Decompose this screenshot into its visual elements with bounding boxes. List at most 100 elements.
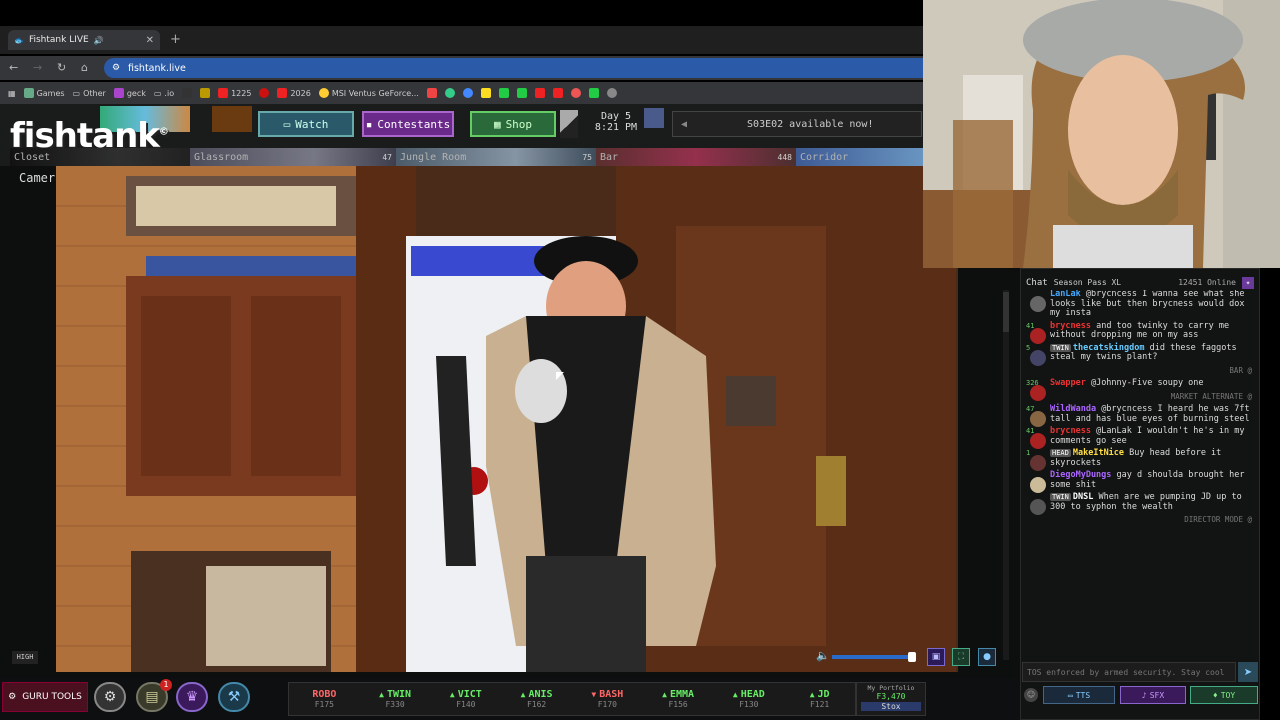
chat-username[interactable]: brycness (1050, 426, 1091, 436)
avatar[interactable] (1030, 296, 1046, 312)
room-closet[interactable]: Closet (10, 148, 190, 166)
bookmark-other[interactable]: ▭ Other (73, 89, 106, 98)
tts-button[interactable]: ▭ TTS (1043, 686, 1115, 704)
github-icon[interactable] (606, 88, 617, 98)
reload-icon[interactable]: ↻ (57, 61, 66, 74)
chat-username[interactable]: WildWanda (1050, 404, 1096, 414)
home-icon[interactable]: ⌂ (81, 61, 88, 74)
chat-username[interactable]: thecatskingdom (1073, 343, 1145, 353)
bookmark-icon[interactable] (426, 88, 437, 98)
announce-prev-icon[interactable]: ◀ (681, 119, 687, 130)
bookmark-icon[interactable] (259, 88, 270, 98)
volume-icon[interactable]: 🔈 (816, 649, 830, 662)
avatar[interactable] (1030, 385, 1046, 401)
bookmark-icon[interactable] (444, 88, 455, 98)
ticker-item-bash[interactable]: ▼ BASH F170 (572, 683, 643, 715)
tab-speaker-icon[interactable]: 🔊 (94, 36, 104, 45)
room-bar[interactable]: Bar 448 (596, 148, 796, 166)
chat-username[interactable]: brycness (1050, 321, 1091, 331)
ticker-item-vict[interactable]: ▲ VICT F140 (431, 683, 502, 715)
bookmark-2026[interactable]: 2026 (277, 88, 311, 98)
page-scrollbar[interactable] (1003, 290, 1009, 660)
emoji-icon[interactable]: ☺ (1024, 688, 1038, 702)
arrow-up-icon: ▲ (520, 690, 526, 699)
bookmark-icon[interactable] (516, 88, 527, 98)
toy-button[interactable]: ♦ TOY (1190, 686, 1258, 704)
video-stream[interactable] (56, 166, 958, 672)
room-jungle[interactable]: Jungle Room 75 (396, 148, 596, 166)
chat-username[interactable]: DiegoMyDungs (1050, 470, 1111, 480)
apps-icon[interactable]: ▦ (8, 89, 16, 98)
avatar[interactable] (1030, 327, 1046, 344)
chat-username[interactable]: MakeItNice (1073, 448, 1124, 458)
back-icon[interactable]: ← (9, 61, 18, 74)
tab-close-icon[interactable]: ✕ (146, 35, 154, 46)
wrench-button[interactable]: ⚒ (218, 682, 250, 712)
browser-tab[interactable]: 🐟 Fishtank LIVE 🔊 ✕ (8, 30, 160, 50)
avatar[interactable] (1030, 477, 1046, 493)
chat-text: @Johnny-Five soupy one (1090, 378, 1204, 388)
chat-settings-icon[interactable]: ✦ (1242, 276, 1254, 289)
portfolio-label: My Portfolio (867, 684, 915, 692)
chat-tab[interactable]: Chat (1026, 278, 1048, 288)
room-corridor[interactable]: Corridor (796, 148, 923, 166)
shop-icon: ▦ (493, 117, 501, 131)
chat-message: TWIN DNSL When are we pumping JD up to 30… (1024, 492, 1256, 515)
volume-slider[interactable] (832, 655, 916, 659)
bookmark-1225[interactable]: 1225 (218, 88, 251, 98)
arrow-up-icon: ▲ (449, 690, 455, 699)
stox-button[interactable]: Stox (861, 702, 921, 711)
guru-tools-button[interactable]: ⚙ GURU TOOLS (2, 682, 88, 712)
bookmark-io[interactable]: ▭ .io (154, 89, 174, 98)
ticker-item-emma[interactable]: ▲ EMMA F156 (643, 683, 714, 715)
clip-icon[interactable]: ▣ (927, 648, 945, 666)
bookmark-icon[interactable] (498, 88, 509, 98)
bookmark-icon[interactable] (200, 88, 211, 98)
bookmark-msi[interactable]: MSI Ventus GeForce... (318, 88, 419, 98)
settings-gear-button[interactable]: ⚙ (94, 682, 126, 712)
url-bar[interactable]: ⚙ fishtank.live (104, 58, 923, 78)
ticker-item-head[interactable]: ▲ HEAD F130 (714, 683, 785, 715)
chat-input[interactable]: TOS enforced by armed security. Stay coo… (1022, 662, 1236, 682)
scrollbar-thumb[interactable] (1003, 292, 1009, 332)
announcement-bar[interactable]: ◀ S03E02 available now! (672, 111, 922, 137)
bookmark-geck[interactable]: geck (113, 88, 146, 98)
watch-button[interactable]: ▭ Watch (258, 111, 354, 137)
season-pass-tab[interactable]: Season Pass XL (1054, 278, 1121, 287)
ticker-item-twin[interactable]: ▲ TWIN F330 (360, 683, 431, 715)
portfolio-box[interactable]: My Portfolio F3,470 Stox (856, 682, 926, 716)
bookmark-games[interactable]: Games (23, 88, 65, 98)
send-icon[interactable]: ➤ (1238, 662, 1258, 682)
volume-knob[interactable] (908, 652, 916, 662)
room-glassroom[interactable]: Glassroom 47 (190, 148, 396, 166)
sfx-button[interactable]: ♪ SFX (1120, 686, 1186, 704)
contestants-button[interactable]: ▪ Contestants (362, 111, 454, 137)
bookmark-icon[interactable] (552, 88, 563, 98)
fullscreen-icon[interactable]: ⛶ (952, 648, 970, 666)
bookmark-icon[interactable] (462, 88, 473, 98)
ticker-item-jd[interactable]: ▲ JD F121 (784, 683, 855, 715)
day-clock: Day 5 8:21 PM (592, 111, 640, 137)
shop-button[interactable]: ▦ Shop (470, 111, 556, 137)
bookmark-icon[interactable] (588, 88, 599, 98)
ticker-item-anis[interactable]: ▲ ANIS F162 (501, 683, 572, 715)
chat-username[interactable]: DNSL (1073, 492, 1093, 502)
trophy-button[interactable]: ♛ (176, 682, 208, 712)
avatar[interactable] (1030, 411, 1046, 427)
ticker-item-robo[interactable]: ROBO F175 (289, 683, 360, 715)
new-tab-button[interactable]: + (170, 32, 181, 47)
avatar[interactable] (1030, 499, 1046, 515)
avatar[interactable] (1030, 455, 1046, 471)
bookmark-icon[interactable] (534, 88, 545, 98)
bookmark-icon[interactable] (570, 88, 581, 98)
bookmark-icon[interactable] (480, 88, 491, 98)
site-info-icon[interactable]: ⚙ (112, 63, 120, 73)
ticker-symbol: TWIN (386, 689, 412, 700)
chat-username[interactable]: Swapper (1050, 378, 1086, 388)
avatar[interactable] (1030, 433, 1046, 449)
record-icon[interactable]: ● (978, 648, 996, 666)
bookmark-icon[interactable] (182, 88, 193, 98)
avatar[interactable] (1030, 349, 1046, 366)
quality-badge[interactable]: HIGH (12, 651, 38, 664)
forward-icon[interactable]: → (33, 61, 42, 74)
